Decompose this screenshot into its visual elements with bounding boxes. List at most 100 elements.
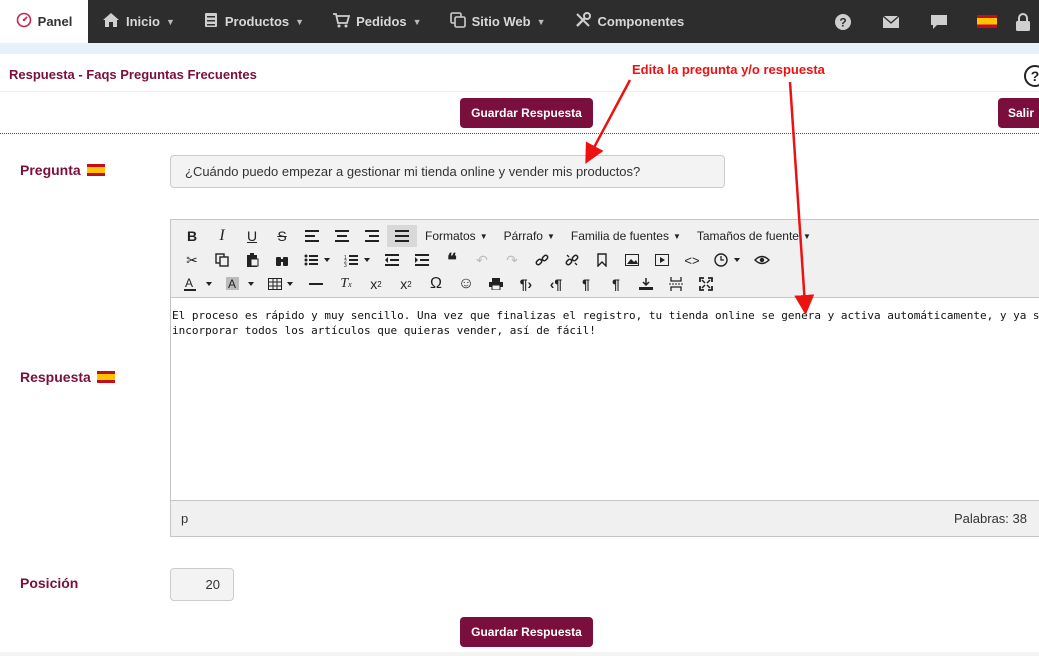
formats-dropdown-label: Formatos [425, 229, 476, 243]
annotation-text: Edita la pregunta y/o respuesta [632, 62, 825, 77]
svg-text:?: ? [839, 15, 846, 29]
undo-icon[interactable]: ↶ [467, 249, 497, 271]
align-left-icon[interactable] [297, 225, 327, 247]
flag-es-icon[interactable] [963, 0, 1011, 43]
box-icon [203, 12, 219, 31]
position-label-text: Posición [20, 575, 79, 591]
paragraph-dropdown[interactable]: Párrafo ▼ [496, 225, 563, 247]
numbered-list-icon[interactable]: 123 [337, 249, 377, 271]
background-color-icon[interactable]: A [221, 273, 261, 295]
nav-item-productos[interactable]: Productos ▼ [189, 0, 318, 43]
link-icon[interactable] [527, 249, 557, 271]
position-label: Posición [20, 575, 78, 591]
table-icon[interactable] [261, 273, 301, 295]
indent-icon[interactable] [407, 249, 437, 271]
element-path[interactable]: p [181, 511, 188, 526]
cut-icon[interactable]: ✂ [177, 249, 207, 271]
paste-icon[interactable] [237, 249, 267, 271]
clear-formatting-icon[interactable]: Tx [331, 273, 361, 295]
footer-strip [0, 652, 1039, 656]
home-icon [102, 12, 120, 31]
rich-text-editor: B I U S Formatos ▼ Párrafo ▼ Familia de fu… [170, 219, 1039, 537]
question-label-text: Pregunta [20, 162, 81, 178]
redo-icon[interactable]: ↷ [497, 249, 527, 271]
editor-toolbar: B I U S Formatos ▼ Párrafo ▼ Familia de fu… [171, 220, 1039, 298]
emoticons-icon[interactable]: ☺ [451, 273, 481, 295]
italic-icon[interactable]: I [207, 225, 237, 247]
font-size-dropdown[interactable]: Tamaños de fuente ▼ [689, 225, 819, 247]
fullscreen-icon[interactable] [691, 273, 721, 295]
subscript-icon[interactable]: x2 [361, 273, 391, 295]
align-justify-icon[interactable] [387, 225, 417, 247]
formats-dropdown[interactable]: Formatos ▼ [417, 225, 496, 247]
nav-item-componentes[interactable]: Componentes [560, 0, 699, 43]
show-blocks-icon[interactable]: ¶ [601, 273, 631, 295]
pilcrow-icon[interactable]: ¶ [571, 273, 601, 295]
align-center-icon[interactable] [327, 225, 357, 247]
exit-button[interactable]: Salir [998, 98, 1039, 128]
cart-icon [332, 12, 351, 31]
ltr-icon[interactable]: ¶› [511, 273, 541, 295]
chevron-down-icon: ▼ [802, 231, 811, 241]
horizontal-rule-icon[interactable] [301, 273, 331, 295]
flag-es-icon [86, 164, 105, 176]
chevron-down-icon: ▼ [295, 16, 305, 27]
bookmark-icon[interactable] [587, 249, 617, 271]
datetime-icon[interactable] [707, 249, 747, 271]
page-break-icon[interactable] [661, 273, 691, 295]
mail-icon[interactable] [867, 0, 915, 43]
flag-es-icon [96, 371, 115, 383]
code-icon[interactable]: <> [677, 249, 707, 271]
lock-icon[interactable] [1011, 0, 1039, 43]
underline-icon[interactable]: U [237, 225, 267, 247]
blockquote-icon[interactable]: ❝ [437, 249, 467, 271]
page-title: Respuesta - Faqs Preguntas Frecuentes [9, 67, 257, 82]
help-icon[interactable]: ? [819, 0, 867, 43]
align-right-icon[interactable] [357, 225, 387, 247]
insert-template-icon[interactable] [631, 273, 661, 295]
nav-item-productos-label: Productos [224, 14, 290, 29]
preview-icon[interactable] [747, 249, 777, 271]
strikethrough-icon[interactable]: S [267, 225, 297, 247]
special-char-icon[interactable]: Ω [421, 273, 451, 295]
nav-item-componentes-label: Componentes [597, 14, 685, 29]
nav-panel-label: Panel [37, 14, 73, 29]
chevron-down-icon: ▼ [546, 231, 555, 241]
superscript-icon[interactable]: x2 [391, 273, 421, 295]
bullet-list-icon[interactable] [297, 249, 337, 271]
media-icon[interactable] [647, 249, 677, 271]
nav-item-sitio-web[interactable]: Sitio Web ▼ [436, 0, 560, 43]
answer-label: Respuesta [20, 369, 115, 385]
nav-right-icons: ? [819, 0, 1039, 43]
nav-item-inicio[interactable]: Inicio ▼ [88, 0, 189, 43]
question-input[interactable]: ¿Cuándo puedo empezar a gestionar mi tie… [170, 155, 725, 188]
bold-icon[interactable]: B [177, 225, 207, 247]
save-button[interactable]: Guardar Respuesta [460, 617, 593, 647]
dashboard-icon [16, 12, 32, 31]
outdent-icon[interactable] [377, 249, 407, 271]
save-button[interactable]: Guardar Respuesta [460, 98, 593, 128]
chevron-down-icon: ▼ [165, 16, 175, 27]
font-size-dropdown-label: Tamaños de fuente [696, 229, 799, 243]
nav-panel[interactable]: Panel [0, 0, 88, 43]
editor-content-line: El proceso es rápido y muy sencillo. Una… [172, 309, 1039, 322]
svg-text:3: 3 [344, 263, 347, 267]
question-label: Pregunta [20, 162, 105, 178]
text-color-icon[interactable]: A [177, 273, 221, 295]
position-input[interactable]: 20 [170, 568, 234, 601]
top-navbar: Panel Inicio ▼ Productos ▼ Pedidos ▼ Sit… [0, 0, 1039, 43]
find-replace-icon[interactable] [267, 249, 297, 271]
font-family-dropdown[interactable]: Familia de fuentes ▼ [563, 225, 689, 247]
image-icon[interactable] [617, 249, 647, 271]
font-family-dropdown-label: Familia de fuentes [570, 229, 669, 243]
rtl-icon[interactable]: ‹¶ [541, 273, 571, 295]
chat-icon[interactable] [915, 0, 963, 43]
print-icon[interactable] [481, 273, 511, 295]
copy-icon[interactable] [207, 249, 237, 271]
help-icon[interactable]: ? [1024, 65, 1039, 87]
unlink-icon[interactable] [557, 249, 587, 271]
nav-item-pedidos[interactable]: Pedidos ▼ [318, 0, 436, 43]
editor-content[interactable]: El proceso es rápido y muy sencillo. Una… [171, 298, 1039, 500]
chevron-down-icon: ▼ [672, 231, 681, 241]
nav-item-inicio-label: Inicio [126, 14, 160, 29]
